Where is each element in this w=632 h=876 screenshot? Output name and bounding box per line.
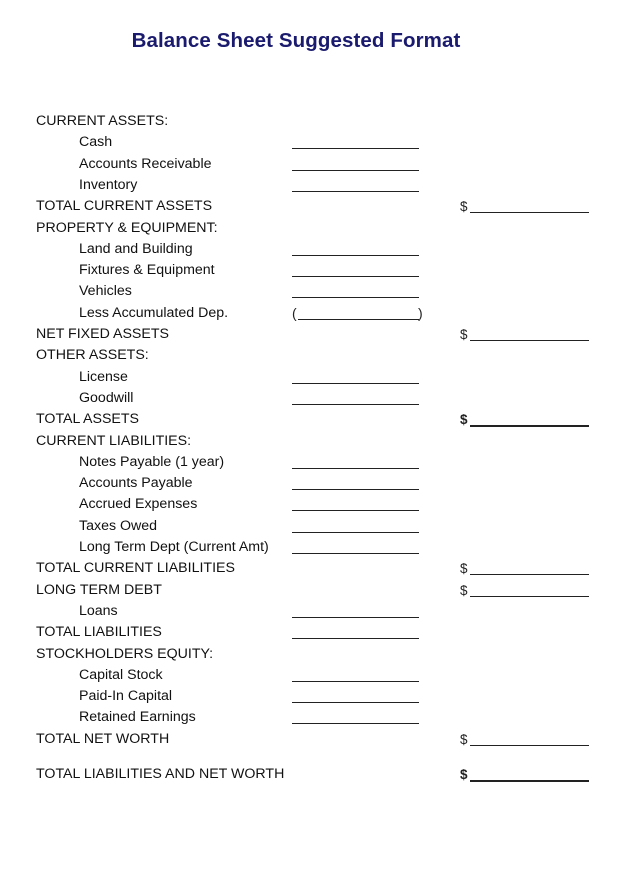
section-label: CURRENT LIABILITIES: [36,432,192,449]
row-notes-payable-1-year: Notes Payable (1 year) [0,453,632,474]
line-item-label: Accrued Expenses [79,496,198,513]
amount-blank-field[interactable] [292,638,419,640]
deduction-blank-field[interactable] [298,318,419,320]
row-paid-in-capital: Paid-In Capital [0,687,632,708]
row-loans: Loans [0,602,632,623]
row-accrued-expenses: Accrued Expenses [0,495,632,516]
row-accounts-payable: Accounts Payable [0,474,632,495]
line-item-label: Paid-In Capital [79,688,173,705]
dollar-sign: $ [460,412,468,428]
row-retained-earnings: Retained Earnings [0,708,632,729]
total-amount-blank-field[interactable] [470,212,589,214]
line-item-label: Notes Payable (1 year) [79,453,225,470]
amount-blank-field[interactable] [292,276,419,278]
line-item-label: Long Term Dept (Current Amt) [79,539,269,555]
row-total-current-assets: TOTAL CURRENT ASSETS $ [0,197,632,218]
row-taxes-owed: Taxes Owed [0,517,632,538]
row-vehicles: Vehicles [0,282,632,303]
line-item-label: Cash [79,134,113,151]
line-item-label: Land and Building [79,240,193,257]
row-total-liabilities: TOTAL LIABILITIES [0,623,632,644]
row-cash: Cash [0,133,632,154]
row-total-liabilities-and-net-worth: TOTAL LIABILITIES AND NET WORTH $ [0,765,632,786]
amount-blank-field[interactable] [292,148,419,150]
close-parenthesis: ) [418,304,423,321]
section-label: LONG TERM DEBT [36,581,162,598]
dollar-sign: $ [460,561,468,577]
open-parenthesis: ( [292,304,297,321]
section-label: TOTAL CURRENT LIABILITIES [36,560,235,577]
row-inventory: Inventory [0,176,632,197]
total-amount-blank-field[interactable] [470,744,589,746]
row-land-and-building: Land and Building [0,240,632,261]
total-amount-blank-field[interactable] [470,425,589,428]
amount-blank-field[interactable] [292,680,419,682]
row-net-fixed-assets: NET FIXED ASSETS $ [0,325,632,346]
row-long-term-debt: LONG TERM DEBT $ [0,581,632,602]
line-item-label: Fixtures & Equipment [79,262,215,279]
line-item-label: Vehicles [79,283,132,300]
amount-blank-field[interactable] [292,254,419,256]
section-label: OTHER ASSETS: [36,347,149,364]
dollar-sign: $ [460,731,468,747]
row-less-accumulated-dep: Less Accumulated Dep. () [0,304,632,325]
line-item-label: Goodwill [79,389,134,406]
section-label: TOTAL CURRENT ASSETS [36,198,213,215]
section-label: TOTAL ASSETS [36,411,140,428]
amount-blank-field[interactable] [292,702,419,704]
amount-blank-field[interactable] [292,531,419,533]
dollar-sign: $ [460,767,468,782]
row-goodwill: Goodwill [0,389,632,410]
amount-blank-field[interactable] [292,489,419,491]
line-item-label: Inventory [79,176,138,193]
row-accounts-receivable: Accounts Receivable [0,155,632,176]
total-amount-blank-field[interactable] [470,574,589,576]
row-license: License [0,368,632,389]
amount-blank-field[interactable] [292,190,419,192]
section-label: NET FIXED ASSETS [36,326,169,342]
section-label: STOCKHOLDERS EQUITY: [36,645,214,662]
row-stockholders-equity: STOCKHOLDERS EQUITY: [0,645,632,666]
section-label: PROPERTY & EQUIPMENT: [36,219,218,236]
line-item-label: License [79,368,128,385]
row-fixtures-equipment: Fixtures & Equipment [0,261,632,282]
line-item-label: Less Accumulated Dep. [79,304,229,321]
row-current-liabilities: CURRENT LIABILITIES: [0,432,632,453]
dollar-sign: $ [460,582,468,598]
amount-blank-field[interactable] [292,723,419,725]
line-item-label: Loans [79,602,118,619]
dollar-sign: $ [460,199,468,215]
row-long-term-dept-current-amt: Long Term Dept (Current Amt) [0,538,632,559]
amount-blank-field[interactable] [292,616,419,618]
row-capital-stock: Capital Stock [0,666,632,687]
section-label: TOTAL LIABILITIES [36,624,162,641]
section-label: CURRENT ASSETS: [36,113,169,129]
row-total-assets: TOTAL ASSETS $ [0,410,632,431]
line-item-label: Accounts Receivable [79,155,212,172]
row-total-net-worth: TOTAL NET WORTH $ [0,730,632,751]
balance-sheet-form: CURRENT ASSETS: Cash Accounts Receivable In… [0,0,632,876]
row-total-current-liabilities: TOTAL CURRENT LIABILITIES $ [0,559,632,580]
amount-blank-field[interactable] [292,553,419,554]
line-item-label: Taxes Owed [79,517,158,534]
dollar-sign: $ [460,327,468,342]
amount-blank-field[interactable] [292,510,419,512]
row-property-equipment: PROPERTY & EQUIPMENT: [0,219,632,240]
line-item-label: Retained Earnings [79,709,196,726]
section-label: TOTAL LIABILITIES AND NET WORTH [36,766,285,782]
section-label: TOTAL NET WORTH [36,730,170,747]
total-amount-blank-field[interactable] [470,780,589,782]
amount-blank-field[interactable] [292,169,419,171]
amount-blank-field[interactable] [292,297,419,299]
amount-blank-field[interactable] [292,467,419,469]
amount-blank-field[interactable] [292,403,419,405]
row-current-assets: CURRENT ASSETS: [0,112,632,133]
total-amount-blank-field[interactable] [470,595,589,597]
line-item-label: Accounts Payable [79,475,193,492]
line-item-label: Capital Stock [79,666,163,683]
total-amount-blank-field[interactable] [470,340,589,341]
amount-blank-field[interactable] [292,382,419,384]
row-other-assets: OTHER ASSETS: [0,346,632,367]
